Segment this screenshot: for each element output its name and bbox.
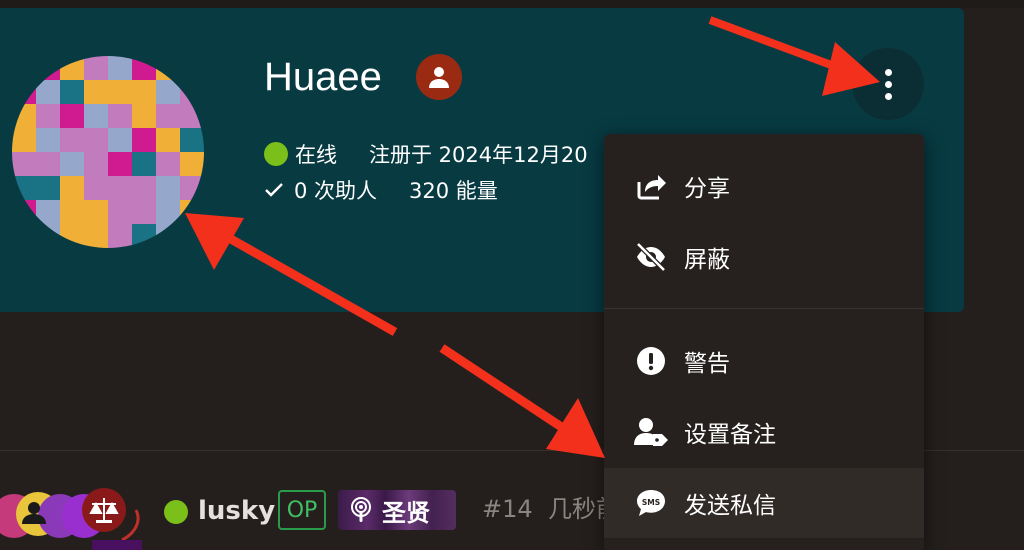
menu-item-block[interactable]: 屏蔽 (604, 222, 924, 292)
avatar-image (12, 56, 204, 248)
user-dropdown-menu: 分享 屏蔽 警告 设置备注 SMS 发送私信 (604, 134, 924, 550)
arrow-to-send-message (439, 344, 605, 458)
svg-text:SMS: SMS (642, 498, 660, 507)
top-strip (0, 0, 1024, 8)
post-number[interactable]: #14 (482, 494, 533, 524)
post-author[interactable]: lusky (198, 496, 275, 526)
title-badge: 圣贤 (338, 490, 456, 530)
menu-divider (604, 308, 924, 309)
dot (884, 80, 892, 88)
helped-count: 0 次助人 (294, 179, 378, 203)
menu-item-label: 发送私信 (684, 493, 776, 519)
check-icon (264, 182, 284, 198)
exclamation-circle-icon (634, 344, 668, 378)
menu-item-send-message[interactable]: SMS 发送私信 (604, 468, 924, 538)
status-text: 在线 (295, 143, 337, 167)
user-icon (429, 67, 449, 88)
status-row: 在线 注册于 2024年12月20 (264, 138, 588, 170)
menu-item-label: 分享 (684, 176, 730, 202)
more-options-button[interactable] (852, 48, 924, 120)
op-badge: OP (278, 490, 326, 530)
stats-row: 0 次助人 320 能量 (264, 174, 498, 206)
menu-item-label: 屏蔽 (684, 247, 730, 273)
username: Huaee (264, 55, 382, 99)
online-indicator (164, 500, 188, 524)
dot (884, 68, 892, 76)
title-badge-label: 圣贤 (382, 498, 430, 527)
menu-item-warn[interactable]: 警告 (604, 326, 924, 396)
podcast-icon (351, 497, 371, 522)
post-time[interactable]: 几秒前 (548, 494, 604, 524)
badge-stack (0, 488, 142, 550)
share-icon (634, 169, 668, 203)
avatar[interactable] (12, 56, 204, 248)
menu-item-set-note[interactable]: 设置备注 (604, 397, 924, 467)
dot (884, 92, 892, 100)
role-badge (416, 54, 462, 100)
menu-item-share[interactable]: 分享 (604, 151, 924, 221)
menu-item-label: 警告 (684, 351, 730, 377)
energy-count: 320 能量 (409, 179, 498, 203)
registered-text: 注册于 2024年12月20 (369, 143, 588, 167)
sms-icon: SMS (634, 486, 668, 520)
post-header: lusky OP 圣贤 #14 几秒前 (0, 470, 620, 550)
online-indicator (264, 142, 288, 166)
eye-slash-icon (634, 240, 668, 274)
menu-item-label: 设置备注 (684, 422, 776, 448)
user-tag-icon (634, 415, 668, 449)
